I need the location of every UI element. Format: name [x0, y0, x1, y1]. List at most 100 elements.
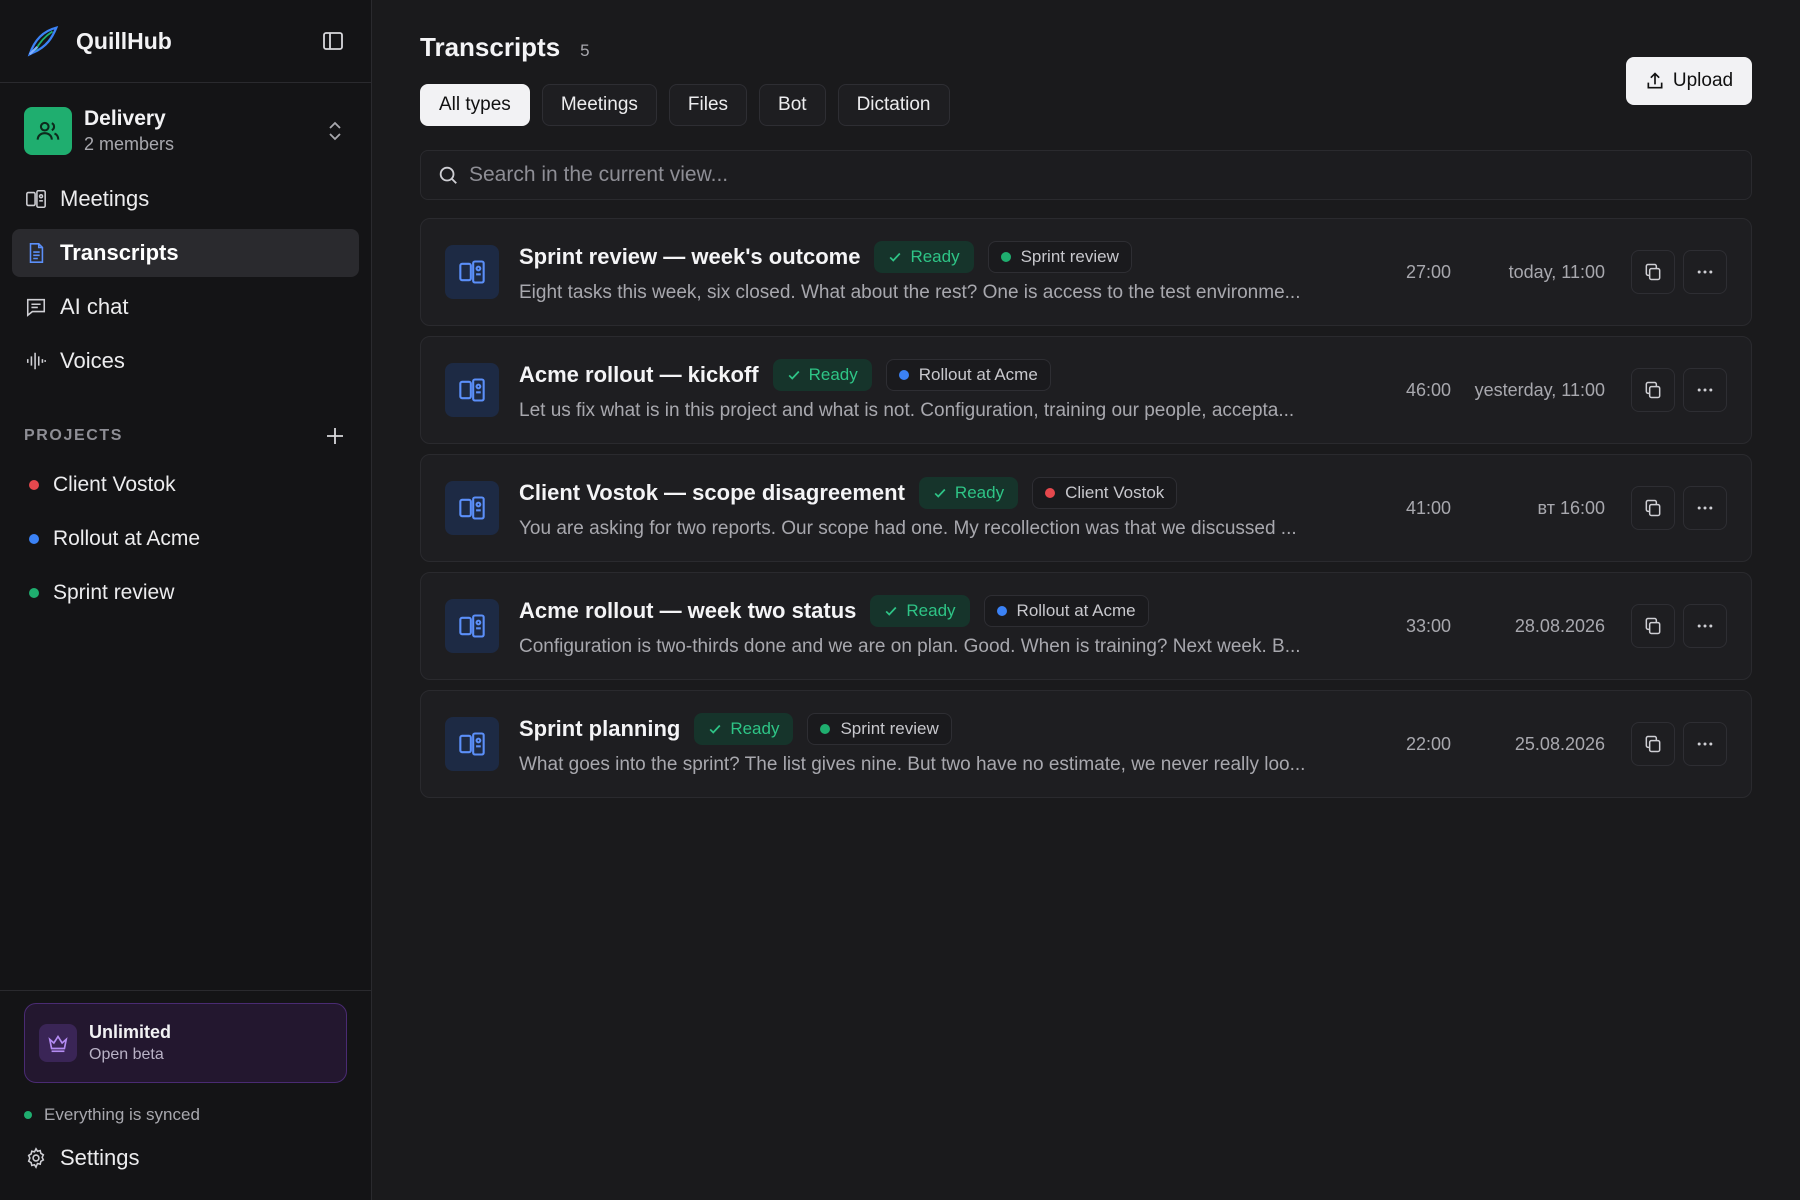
chevron-up-down-icon [329, 121, 341, 141]
more-options-button[interactable] [1683, 604, 1727, 648]
search-input[interactable] [469, 163, 1735, 187]
copy-button[interactable] [1631, 486, 1675, 530]
waveform-icon [26, 352, 46, 370]
sidebar-panel-icon [323, 32, 343, 50]
quill-logo-icon [27, 26, 59, 57]
copy-button[interactable] [1631, 250, 1675, 294]
nav-label: AI chat [60, 294, 129, 319]
plan-name: Unlimited [89, 1022, 172, 1042]
transcript-duration: 27:00 [1405, 261, 1451, 282]
more-options-button[interactable] [1683, 486, 1727, 530]
more-horizontal-icon [1697, 506, 1713, 510]
document-icon [29, 243, 44, 263]
nav-label: Transcripts [60, 240, 179, 265]
copy-icon [1645, 617, 1661, 635]
project-badge-label: Rollout at Acme [1016, 601, 1136, 620]
filter-files[interactable]: Files [668, 84, 748, 126]
filter-all-types[interactable]: All types [420, 84, 530, 126]
transcript-duration: 22:00 [1405, 733, 1451, 754]
search-icon [439, 166, 457, 184]
main-content: Transcripts 5 Upload All types Meetings … [372, 0, 1800, 1200]
copy-button[interactable] [1631, 722, 1675, 766]
transcript-row[interactable]: Sprint planning Ready Sprint review What… [420, 690, 1752, 798]
status-label: Ready [910, 247, 960, 266]
sidebar-toggle-button[interactable] [319, 27, 347, 55]
sidebar: QuillHub Delivery 2 members Meetings Tra… [0, 0, 372, 1200]
workspace-switcher[interactable]: Delivery 2 members [0, 83, 371, 175]
project-color-dot [29, 534, 39, 544]
project-color-dot [29, 480, 39, 490]
project-item-sprint-review[interactable]: Sprint review [12, 569, 359, 617]
project-badge[interactable]: Client Vostok [1032, 477, 1178, 509]
transcript-title: Client Vostok — scope disagreement [519, 480, 905, 505]
more-options-button[interactable] [1683, 722, 1727, 766]
project-badge[interactable]: Sprint review [807, 713, 952, 745]
plan-card[interactable]: Unlimited Open beta [24, 1003, 347, 1083]
nav-item-transcripts[interactable]: Transcripts [12, 229, 359, 277]
copy-icon [1645, 381, 1661, 399]
status-badge: Ready [874, 241, 974, 273]
transcript-duration: 41:00 [1405, 497, 1451, 518]
filter-dictation[interactable]: Dictation [837, 84, 950, 126]
project-item-rollout-at-acme[interactable]: Rollout at Acme [12, 515, 359, 563]
transcript-date: 25.08.2026 [1514, 733, 1605, 754]
transcript-row[interactable]: Client Vostok — scope disagreement Ready… [420, 454, 1752, 562]
copy-icon [1645, 263, 1661, 281]
chat-icon [26, 298, 46, 317]
more-options-button[interactable] [1683, 368, 1727, 412]
more-options-button[interactable] [1683, 250, 1727, 294]
project-badge[interactable]: Rollout at Acme [885, 359, 1051, 391]
transcript-row-top: Acme rollout — kickoff Ready Rollout at … [519, 358, 1351, 392]
check-icon [788, 370, 800, 380]
workspace-name: Delivery [84, 107, 166, 130]
settings-nav-item[interactable]: Settings [24, 1145, 347, 1171]
users-icon [36, 121, 60, 140]
copy-button[interactable] [1631, 368, 1675, 412]
project-color-dot [29, 588, 39, 598]
status-label: Ready [808, 365, 858, 384]
transcript-title: Acme rollout — week two status [519, 598, 857, 623]
workspace-switch-button[interactable] [323, 119, 347, 143]
project-badge[interactable]: Rollout at Acme [983, 595, 1149, 627]
nav-item-meetings[interactable]: Meetings [12, 175, 359, 223]
more-horizontal-icon [1697, 270, 1713, 274]
meeting-icon [459, 732, 485, 756]
project-color-dot [898, 370, 909, 380]
transcript-snippet: You are asking for two reports. Our scop… [519, 518, 1297, 539]
project-list: Client Vostok Rollout at Acme Sprint rev… [0, 461, 371, 623]
project-label: Rollout at Acme [53, 527, 201, 550]
gear-icon [27, 1147, 45, 1169]
transcript-row[interactable]: Acme rollout — week two status Ready Rol… [420, 572, 1752, 680]
transcript-snippet: Eight tasks this week, six closed. What … [519, 282, 1301, 303]
add-project-button[interactable] [323, 424, 347, 448]
filter-meetings[interactable]: Meetings [541, 84, 657, 126]
copy-button[interactable] [1631, 604, 1675, 648]
project-badge[interactable]: Sprint review [987, 241, 1132, 273]
filter-bot[interactable]: Bot [759, 84, 826, 126]
status-label: Ready [906, 601, 956, 620]
transcript-row-body: Acme rollout — week two status Ready Rol… [519, 594, 1351, 658]
nav-item-ai-chat[interactable]: AI chat [12, 283, 359, 331]
meeting-icon [459, 378, 485, 402]
sidebar-footer: Unlimited Open beta Everything is synced… [0, 990, 371, 1200]
status-label: Ready [730, 719, 780, 738]
sync-status-text: Everything is synced [44, 1105, 200, 1124]
workspace-members: 2 members [84, 134, 175, 154]
crown-icon [48, 1035, 68, 1053]
page-title: Transcripts [420, 32, 561, 62]
app-name: QuillHub [76, 27, 172, 54]
plan-icon-wrap [39, 1024, 77, 1062]
project-badge-label: Client Vostok [1065, 483, 1165, 502]
nav-item-voices[interactable]: Voices [12, 337, 359, 385]
status-badge: Ready [694, 713, 794, 745]
transcript-row[interactable]: Sprint review — week's outcome Ready Spr… [420, 218, 1752, 326]
upload-label: Upload [1672, 70, 1734, 91]
meeting-type-icon-wrap [445, 245, 499, 299]
projects-title: PROJECTS [24, 427, 124, 444]
upload-button[interactable]: Upload [1626, 57, 1752, 105]
nav-label: Meetings [60, 186, 150, 211]
project-color-dot [1045, 488, 1056, 498]
transcript-row[interactable]: Acme rollout — kickoff Ready Rollout at … [420, 336, 1752, 444]
project-item-client-vostok[interactable]: Client Vostok [12, 461, 359, 509]
meeting-icon [459, 614, 485, 638]
